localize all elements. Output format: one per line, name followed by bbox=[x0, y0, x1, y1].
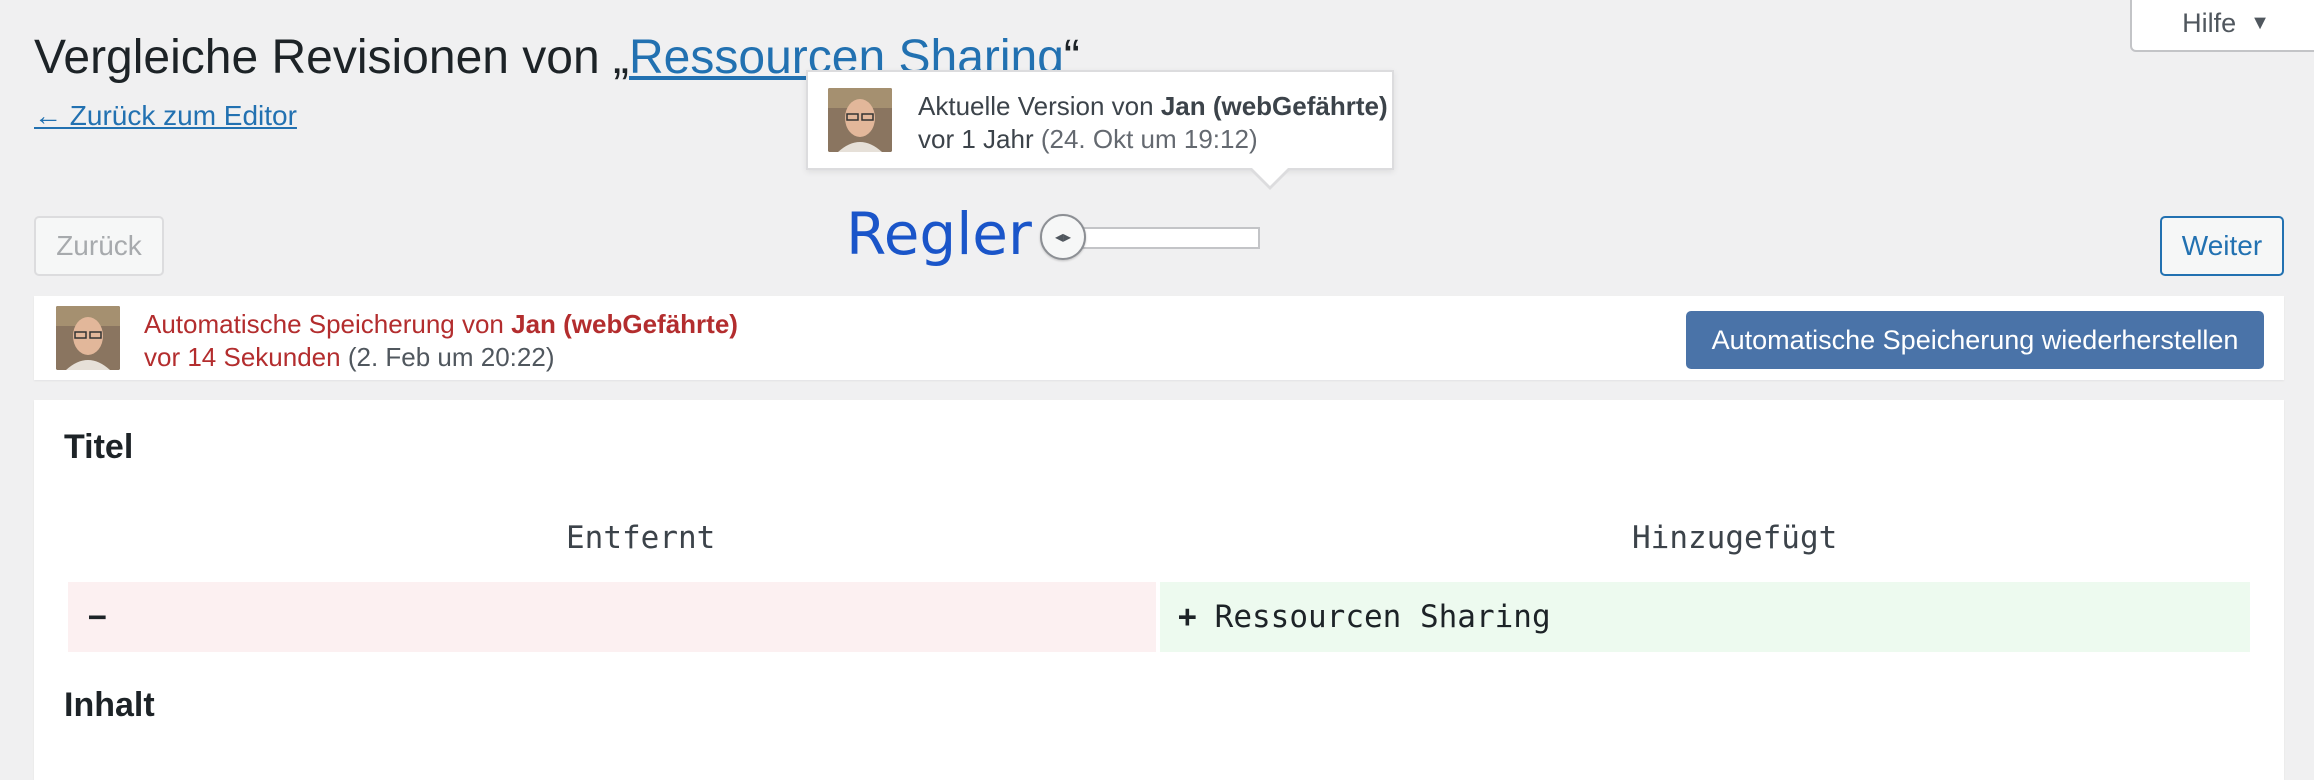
revision-tooltip: Aktuelle Version von Jan (webGefährte) v… bbox=[806, 70, 1394, 190]
help-button[interactable]: Hilfe ▼ bbox=[2130, 0, 2314, 52]
autosave-notice: Automatische Speicherung von Jan (webGef… bbox=[34, 296, 2284, 380]
slider-annotation: Regler bbox=[846, 200, 1032, 268]
removed-line: − bbox=[68, 582, 1156, 652]
diff-section-title: Titel bbox=[64, 428, 134, 466]
added-column-header: Hinzugefügt bbox=[1632, 520, 1838, 556]
added-text: Ressourcen Sharing bbox=[1214, 599, 1551, 635]
caret-down-icon: ▼ bbox=[2250, 11, 2270, 34]
arrows-left-right-icon: ◂▸ bbox=[1054, 229, 1072, 246]
restore-autosave-button[interactable]: Automatische Speicherung wiederherstelle… bbox=[1686, 311, 2264, 369]
autosave-date: (2. Feb um 20:22) bbox=[347, 342, 555, 372]
tooltip-relative-time: vor 1 Jahr bbox=[918, 124, 1034, 154]
removed-sign: − bbox=[88, 599, 107, 635]
tooltip-author: Jan (webGefährte) bbox=[1160, 91, 1388, 121]
page-title-prefix: Vergleiche Revisionen von „ bbox=[34, 31, 630, 84]
removed-column-header: Entfernt bbox=[566, 520, 716, 556]
next-button[interactable]: Weiter bbox=[2160, 216, 2284, 276]
avatar bbox=[828, 88, 892, 152]
content-section-title: Inhalt bbox=[64, 686, 155, 724]
tooltip-arrow bbox=[1248, 166, 1292, 190]
tooltip-date: (24. Okt um 19:12) bbox=[1040, 124, 1258, 154]
avatar bbox=[56, 306, 120, 370]
added-sign: + bbox=[1178, 599, 1197, 635]
help-label: Hilfe bbox=[2182, 7, 2237, 38]
tooltip-prefix: Aktuelle Version von bbox=[918, 91, 1161, 121]
diff-panel: Titel Entfernt Hinzugefügt − + Ressource… bbox=[34, 400, 2284, 780]
autosave-author: Jan (webGefährte) bbox=[511, 309, 738, 339]
back-to-editor-link[interactable]: ← Zurück zum Editor bbox=[34, 100, 297, 132]
added-line: + Ressourcen Sharing bbox=[1160, 582, 2250, 652]
autosave-relative-time: vor 14 Sekunden bbox=[144, 342, 341, 372]
previous-button[interactable]: Zurück bbox=[34, 216, 164, 276]
slider-handle[interactable]: ◂▸ bbox=[1040, 214, 1086, 260]
revision-slider-track[interactable] bbox=[1062, 227, 1260, 249]
autosave-prefix: Automatische Speicherung von bbox=[144, 309, 512, 339]
